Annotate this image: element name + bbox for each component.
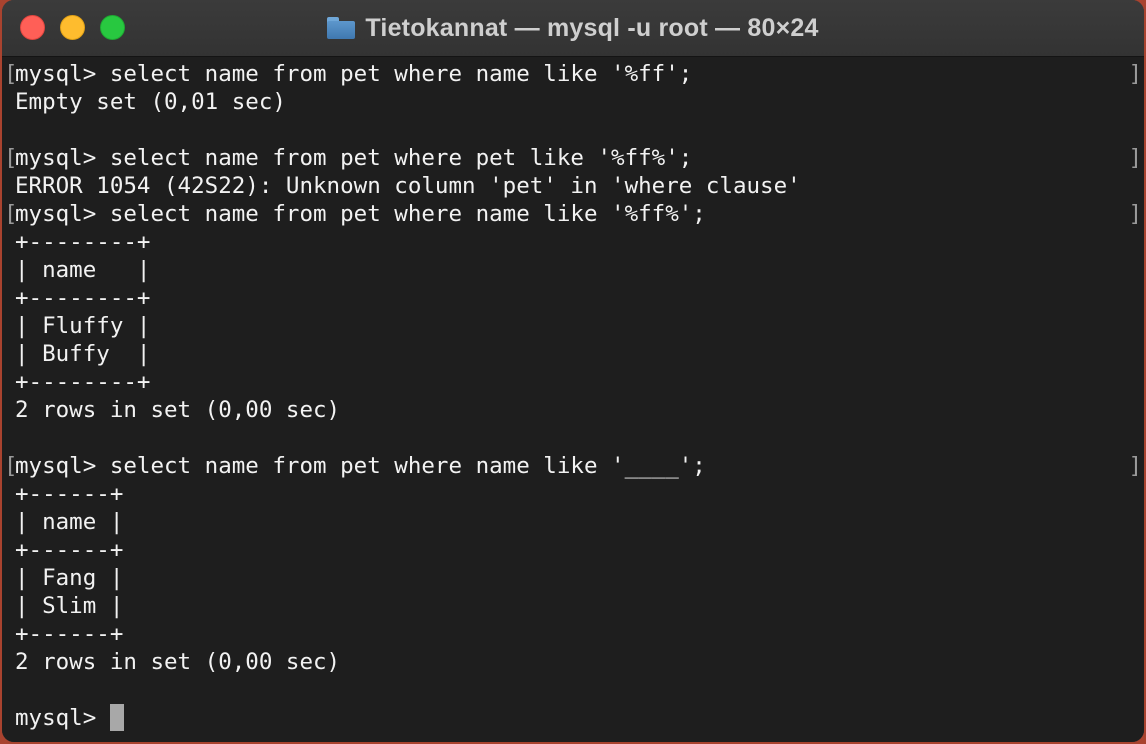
prompt-line[interactable]: mysql> xyxy=(15,704,124,732)
terminal-line: +------+ xyxy=(15,537,124,563)
folder-icon xyxy=(327,17,356,39)
window-title: Tietokannat — mysql -u root — 80×24 xyxy=(365,13,819,42)
terminal-line: | Fang | xyxy=(15,565,124,591)
line-mark-right: ] xyxy=(1128,201,1142,227)
terminal-line: mysql> select name from pet where name l… xyxy=(15,201,706,227)
terminal-line: +--------+ xyxy=(15,369,151,395)
terminal-line: | name | xyxy=(15,257,151,283)
terminal-line: | Slim | xyxy=(15,593,124,619)
line-mark-right: ] xyxy=(1128,61,1142,87)
line-mark-right: ] xyxy=(1128,453,1142,479)
terminal-line: +------+ xyxy=(15,481,124,507)
terminal-line: mysql> select name from pet where name l… xyxy=(15,453,706,479)
terminal-line: +------+ xyxy=(15,621,124,647)
title-bar[interactable]: Tietokannat — mysql -u root — 80×24 xyxy=(2,0,1144,57)
terminal-line: ERROR 1054 (42S22): Unknown column 'pet'… xyxy=(15,173,801,199)
terminal-line: 2 rows in set (0,00 sec) xyxy=(15,649,341,675)
terminal-line: | name | xyxy=(15,509,124,535)
terminal-output[interactable]: [ ] [ ] [ ] [ ] mysql> select name from … xyxy=(2,57,1144,742)
text-cursor xyxy=(109,704,124,731)
line-mark-right: ] xyxy=(1128,145,1142,171)
terminal-line: | Fluffy | xyxy=(15,313,151,339)
prompt-text: mysql> xyxy=(15,705,110,731)
terminal-line: | Buffy | xyxy=(15,341,151,367)
window-title-group: Tietokannat — mysql -u root — 80×24 xyxy=(2,0,1144,56)
terminal-line: mysql> select name from pet where pet li… xyxy=(15,145,693,171)
terminal-line: +--------+ xyxy=(15,229,151,255)
terminal-line: mysql> select name from pet where name l… xyxy=(15,61,693,87)
terminal-window: Tietokannat — mysql -u root — 80×24 [ ] … xyxy=(2,0,1144,742)
terminal-line: +--------+ xyxy=(15,285,151,311)
terminal-line: Empty set (0,01 sec) xyxy=(15,89,286,115)
terminal-line: 2 rows in set (0,00 sec) xyxy=(15,397,341,423)
